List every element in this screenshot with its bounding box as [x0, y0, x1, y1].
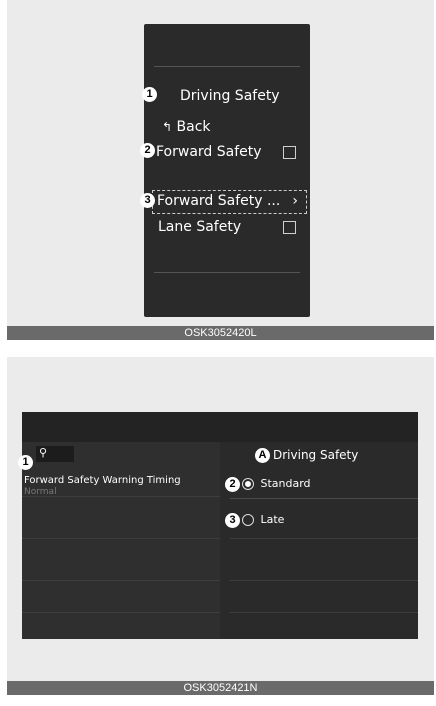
chevron-right-icon: ›: [292, 193, 298, 209]
menu-item-lane-safety[interactable]: Lane Safety: [158, 219, 300, 235]
menu-item-forward-safety-more[interactable]: Forward Safety ... ›: [157, 193, 300, 209]
search-box[interactable]: ⚲: [36, 446, 74, 462]
menu-title: Driving Safety: [180, 88, 280, 104]
callout-a: A: [255, 448, 270, 463]
menu-item-label: Forward Safety ...: [157, 193, 281, 209]
figure-caption: OSK3052420L: [7, 326, 434, 340]
left-pane: [22, 442, 220, 639]
back-label: Back: [176, 119, 211, 135]
checkbox[interactable]: [283, 221, 296, 234]
right-pane: [220, 442, 418, 639]
callout-2: 2: [225, 477, 240, 492]
callout-3: 3: [225, 513, 240, 528]
menu-item-label: Lane Safety: [158, 219, 242, 235]
back-button[interactable]: ↰ Back: [162, 119, 211, 135]
setting-label: Forward Safety Warning Timing: [24, 475, 181, 486]
callout-3: 3: [140, 193, 155, 208]
option-late[interactable]: Late: [242, 513, 284, 526]
menu-item-label: Forward Safety: [156, 144, 262, 160]
option-standard[interactable]: Standard: [242, 477, 311, 490]
callout-2: 2: [140, 143, 155, 158]
head-unit-display: 1 ⚲ Forward Safety Warning Timing Normal…: [18, 412, 418, 639]
divider: [154, 66, 300, 67]
callout-1: 1: [18, 455, 33, 470]
divider: [154, 272, 300, 273]
option-label: Standard: [260, 477, 311, 490]
top-bar: [22, 412, 418, 442]
radio-unselected-icon[interactable]: [242, 514, 254, 526]
checkbox[interactable]: [283, 146, 296, 159]
figure-panel-top: 1 Driving Safety ↰ Back 2 Forward Safety…: [7, 0, 434, 340]
setting-value: Normal: [24, 487, 57, 497]
figure-panel-bottom: 1 ⚲ Forward Safety Warning Timing Normal…: [7, 357, 434, 695]
radio-selected-icon[interactable]: [242, 478, 254, 490]
figure-caption: OSK3052421N: [7, 681, 434, 695]
callout-1: 1: [142, 87, 157, 102]
option-label: Late: [260, 513, 285, 526]
search-icon: ⚲: [39, 446, 48, 459]
back-arrow-icon: ↰: [162, 120, 173, 134]
menu-item-forward-safety[interactable]: Forward Safety: [156, 144, 300, 160]
cluster-display: 1 Driving Safety ↰ Back 2 Forward Safety…: [140, 24, 310, 317]
header-title: Driving Safety: [273, 448, 359, 462]
